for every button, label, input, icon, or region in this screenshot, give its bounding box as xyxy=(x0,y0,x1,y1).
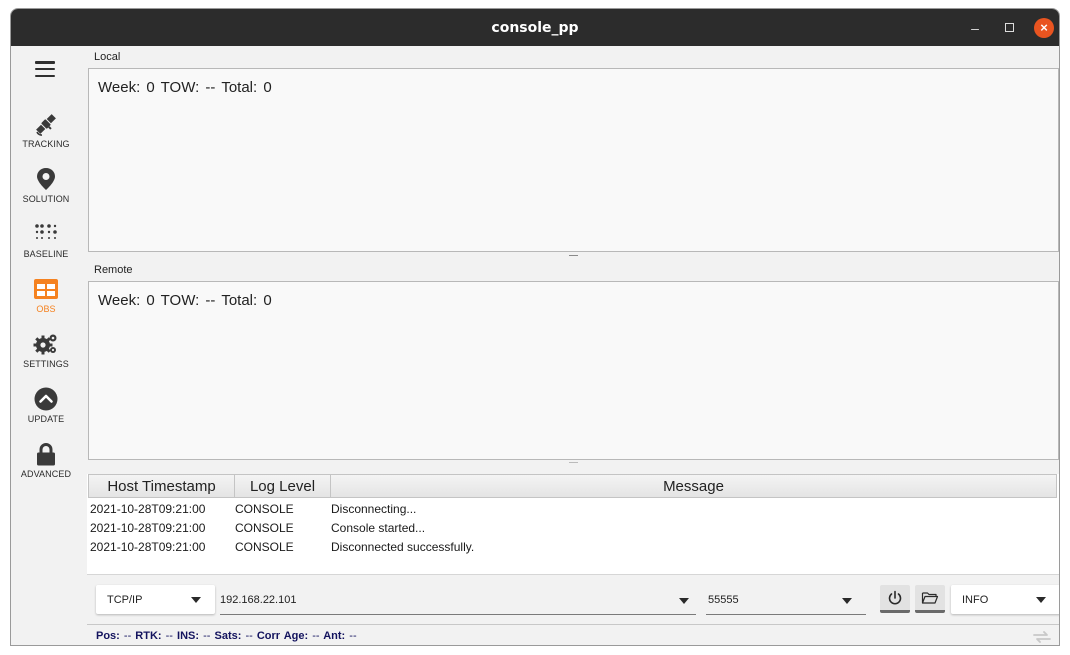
remote-stats: Week: 0 TOW: -- Total: 0 xyxy=(98,292,272,309)
log-level-select[interactable]: INFO xyxy=(951,585,1059,614)
row-message: Console started... xyxy=(331,521,426,535)
corr-age-label: Corr Age: xyxy=(256,630,309,642)
sidebar-item-update[interactable]: UPDATE xyxy=(11,376,81,431)
row-level: CONSOLE xyxy=(235,502,294,516)
hamburger-menu-icon[interactable] xyxy=(35,61,55,77)
window-title: console_pp xyxy=(491,19,579,36)
column-header-timestamp[interactable]: Host Timestamp xyxy=(89,475,235,497)
local-stats: Week: 0 TOW: -- Total: 0 xyxy=(98,79,272,96)
table-icon xyxy=(33,276,59,302)
sidebar-item-label: ADVANCED xyxy=(20,469,72,479)
ins-label: INS: xyxy=(177,630,200,642)
rtk-value: -- xyxy=(165,630,173,642)
local-label: Local xyxy=(94,51,121,63)
title-bar: console_pp – × xyxy=(11,9,1059,46)
chevron-up-circle-icon xyxy=(33,386,59,412)
power-icon xyxy=(888,590,902,605)
port-value: 55555 xyxy=(708,593,739,606)
app-window: console_pp – × TRACKING SOLUTION BASELIN… xyxy=(10,8,1060,646)
folder-open-icon xyxy=(921,591,939,604)
sidebar-item-label: SETTINGS xyxy=(23,359,69,369)
map-pin-icon xyxy=(33,166,59,192)
sidebar-item-label: SOLUTION xyxy=(22,194,70,204)
chevron-down-icon xyxy=(679,598,689,604)
minimize-icon: – xyxy=(971,19,979,36)
sidebar-item-advanced[interactable]: ADVANCED xyxy=(11,431,81,486)
close-icon: × xyxy=(1034,17,1054,38)
open-file-button[interactable] xyxy=(915,585,945,613)
log-level-value: INFO xyxy=(962,593,989,606)
rtk-label: RTK: xyxy=(135,630,162,642)
column-header-level[interactable]: Log Level xyxy=(235,475,331,497)
sats-value: -- xyxy=(245,630,253,642)
ant-value: -- xyxy=(349,630,357,642)
remote-panel: Week: 0 TOW: -- Total: 0 xyxy=(88,281,1059,460)
sidebar-item-solution[interactable]: SOLUTION xyxy=(11,156,81,211)
maximize-button[interactable] xyxy=(997,9,1021,46)
sidebar: TRACKING SOLUTION BASELINE OBS SETTINGS xyxy=(11,46,87,645)
remote-label: Remote xyxy=(94,264,133,276)
close-button[interactable]: × xyxy=(1032,9,1056,46)
ins-value: -- xyxy=(203,630,211,642)
pos-value: -- xyxy=(123,630,132,642)
row-timestamp: 2021-10-28T09:21:00 xyxy=(90,502,206,516)
sats-label: Sats: xyxy=(214,630,242,642)
row-message: Disconnecting... xyxy=(331,502,417,516)
minimize-button[interactable]: – xyxy=(963,9,987,46)
pos-label: Pos: xyxy=(96,630,120,642)
connection-type-value: TCP/IP xyxy=(107,593,143,606)
sidebar-item-label: UPDATE xyxy=(27,414,65,424)
row-timestamp: 2021-10-28T09:21:00 xyxy=(90,521,206,535)
row-level: CONSOLE xyxy=(235,521,294,535)
lock-icon xyxy=(33,441,59,467)
sidebar-item-baseline[interactable]: BASELINE xyxy=(11,211,81,266)
sidebar-item-label: TRACKING xyxy=(22,139,70,149)
corr-age-value: -- xyxy=(312,630,320,642)
maximize-icon xyxy=(1004,23,1014,32)
log-table: Host Timestamp Log Level Message 2021-10… xyxy=(87,474,1059,574)
sidebar-item-tracking[interactable]: TRACKING xyxy=(11,101,81,156)
chevron-down-icon xyxy=(842,598,852,604)
split-handle[interactable] xyxy=(569,462,578,463)
connect-button[interactable] xyxy=(880,585,910,613)
sidebar-item-label: OBS xyxy=(36,304,56,314)
chevron-down-icon xyxy=(191,597,201,603)
status-bar: Pos: -- RTK: -- INS: -- Sats: -- Corr Ag… xyxy=(87,624,1059,645)
sidebar-item-settings[interactable]: SETTINGS xyxy=(11,321,81,376)
sync-icon[interactable] xyxy=(1032,630,1052,644)
chevron-down-icon xyxy=(1036,597,1046,603)
sidebar-item-label: BASELINE xyxy=(23,249,69,259)
dots-grid-icon xyxy=(33,221,59,247)
status-text: Pos: -- RTK: -- INS: -- Sats: -- Corr Ag… xyxy=(96,630,357,642)
host-value: 192.168.22.101 xyxy=(220,593,297,606)
main-content: Local Week: 0 TOW: -- Total: 0 Remote We… xyxy=(87,46,1059,645)
connection-type-select[interactable]: TCP/IP xyxy=(96,585,215,614)
connection-toolbar: TCP/IP 192.168.22.101 55555 INFO xyxy=(87,574,1059,624)
table-row[interactable]: 2021-10-28T09:21:00 CONSOLE Disconnected… xyxy=(87,540,1057,559)
port-input[interactable]: 55555 xyxy=(706,585,866,615)
ant-label: Ant: xyxy=(323,630,346,642)
host-input[interactable]: 192.168.22.101 xyxy=(220,585,696,615)
table-row[interactable]: 2021-10-28T09:21:00 CONSOLE Console star… xyxy=(87,521,1057,540)
split-handle[interactable] xyxy=(569,255,578,256)
log-table-header: Host Timestamp Log Level Message xyxy=(88,474,1057,498)
table-row[interactable]: 2021-10-28T09:21:00 CONSOLE Disconnectin… xyxy=(87,502,1057,521)
row-message: Disconnected successfully. xyxy=(331,540,475,554)
satellite-icon xyxy=(33,111,59,137)
column-header-message[interactable]: Message xyxy=(331,475,1056,497)
local-panel: Week: 0 TOW: -- Total: 0 xyxy=(88,68,1059,252)
gears-icon xyxy=(33,331,59,357)
row-level: CONSOLE xyxy=(235,540,294,554)
row-timestamp: 2021-10-28T09:21:00 xyxy=(90,540,206,554)
sidebar-item-obs[interactable]: OBS xyxy=(11,266,81,321)
